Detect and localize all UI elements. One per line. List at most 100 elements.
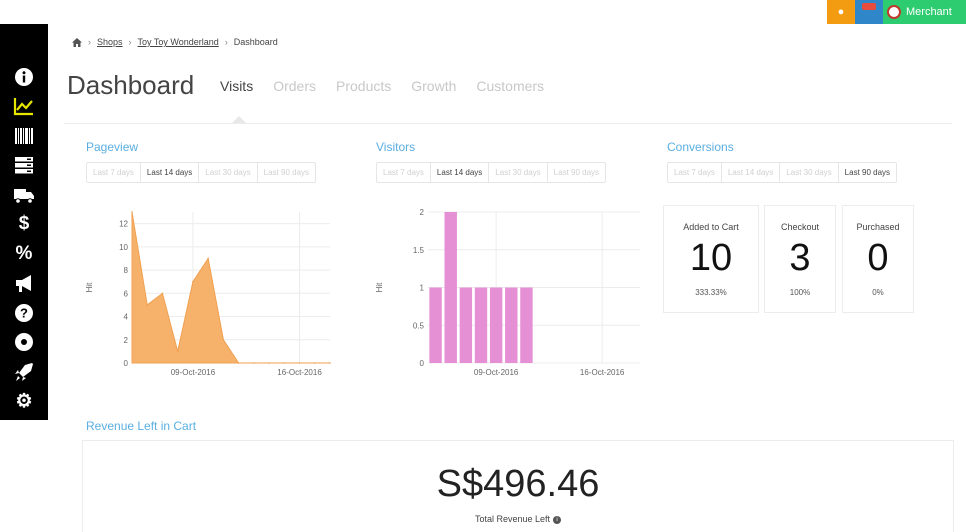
tab-products[interactable]: Products <box>336 78 391 94</box>
question-icon: ? <box>15 303 33 322</box>
data-point <box>146 304 149 306</box>
gear-icon: ⚙ <box>15 390 33 412</box>
pageview-range-14[interactable]: Last 14 days <box>141 163 200 182</box>
dashboard-tabs: Visits Orders Products Growth Customers <box>220 78 544 94</box>
visitors-range-selector: Last 7 days Last 14 days Last 30 days La… <box>376 162 607 183</box>
data-point <box>131 211 133 213</box>
y-tick-label: 10 <box>119 243 128 252</box>
conversions-title: Conversions <box>667 140 734 154</box>
breadcrumb-separator: › <box>128 37 132 47</box>
server-icon <box>15 157 33 174</box>
y-tick-label: 0.5 <box>413 321 425 330</box>
avatar <box>887 5 901 19</box>
data-point <box>161 292 164 295</box>
data-point <box>253 362 255 364</box>
visitor-bar <box>489 287 503 363</box>
sidebar-item-help[interactable]: ? <box>0 298 48 328</box>
sidebar-item-payments[interactable]: $ <box>0 210 48 240</box>
kpi-purchased: Purchased 0 0% <box>842 205 914 313</box>
visitors-range-90[interactable]: Last 90 days <box>548 163 605 182</box>
visitor-bar <box>505 287 518 363</box>
sidebar-item-inventory[interactable] <box>0 151 48 181</box>
x-tick-label: 16-Oct-2016 <box>277 368 322 377</box>
info-icon <box>15 67 33 86</box>
x-tick-label: 09-Oct-2016 <box>171 368 216 377</box>
revenue-value: S$496.46 <box>436 463 600 505</box>
kpi-added-to-cart: Added to Cart 10 333.33% <box>663 205 759 313</box>
sidebar-item-settings[interactable]: ⚙ <box>0 387 48 417</box>
messages-button[interactable] <box>855 0 883 24</box>
page-title: Dashboard <box>67 70 195 100</box>
sidebar-item-marketing[interactable] <box>0 269 48 299</box>
y-tick-label: 6 <box>124 289 129 298</box>
merchant-label: Merchant <box>906 6 952 18</box>
x-tick-label: 16-Oct-2016 <box>580 368 625 377</box>
breadcrumb: › Shops › Toy Toy Wonderland › Dashboard <box>72 37 278 47</box>
alert-icon: ● <box>837 6 845 18</box>
kpi-label: Purchased <box>856 222 900 232</box>
visitor-bar <box>429 287 442 363</box>
conversions-range-90[interactable]: Last 90 days <box>839 163 896 182</box>
visitors-range-30[interactable]: Last 30 days <box>489 163 548 182</box>
revenue-section-title: Revenue Left in Cart <box>86 419 197 433</box>
sidebar-item-analytics[interactable] <box>0 92 48 122</box>
sidebar: $ % ? ⚙ <box>0 24 48 420</box>
visitors-range-14[interactable]: Last 14 days <box>431 163 490 182</box>
breadcrumb-link-shops[interactable]: Shops <box>97 37 123 47</box>
data-point <box>313 362 316 364</box>
tab-orders[interactable]: Orders <box>273 78 316 94</box>
data-point <box>207 257 209 260</box>
breadcrumb-link-shop[interactable]: Toy Toy Wonderland <box>138 37 219 47</box>
merchant-menu-button[interactable]: Merchant <box>883 0 966 24</box>
x-tick-label: 09-Oct-2016 <box>474 368 519 377</box>
pageview-chart: 0 2 4 6 8 10 12 09-Oct-2016 16-Oct-2016 Hit <box>85 211 331 377</box>
tab-customers[interactable]: Customers <box>476 78 544 94</box>
message-badge-icon <box>862 3 876 10</box>
visitor-bar <box>520 287 533 363</box>
dollar-icon: $ <box>18 213 30 235</box>
breadcrumb-separator: › <box>88 37 91 47</box>
revenue-label-row: Total Revenue Left i <box>83 514 953 524</box>
sidebar-item-shipping[interactable] <box>0 180 48 210</box>
y-tick-label: 0 <box>420 359 425 368</box>
y-axis-label: Hit <box>375 282 384 293</box>
visitor-bar <box>459 287 473 363</box>
sidebar-item-products[interactable] <box>0 121 48 151</box>
header-divider <box>64 123 952 124</box>
kpi-checkout: Checkout 3 100% <box>764 205 836 313</box>
pageview-range-30[interactable]: Last 30 days <box>199 163 258 182</box>
tab-growth[interactable]: Growth <box>411 78 456 94</box>
breadcrumb-separator: › <box>224 37 228 47</box>
y-tick-label: 8 <box>124 266 129 275</box>
megaphone-icon <box>16 275 31 293</box>
sidebar-item-launch[interactable] <box>0 357 48 387</box>
app-window: ● Merchant $ % ? ⚙ › Shops › Toy Toy Won… <box>0 0 966 532</box>
conversions-range-7[interactable]: Last 7 days <box>668 163 722 182</box>
top-toolbar: ● Merchant <box>827 0 966 24</box>
y-tick-label: 0 <box>124 359 129 368</box>
conversions-range-14[interactable]: Last 14 days <box>722 163 781 182</box>
tab-visits[interactable]: Visits <box>220 78 253 94</box>
sidebar-item-media[interactable] <box>0 328 48 358</box>
line-chart-icon <box>13 98 33 116</box>
notifications-button[interactable]: ● <box>827 0 855 24</box>
pageview-range-90[interactable]: Last 90 days <box>258 163 315 182</box>
data-point <box>268 362 270 364</box>
info-icon[interactable]: i <box>553 515 562 524</box>
y-tick-label: 1 <box>420 284 425 293</box>
visitors-range-7[interactable]: Last 7 days <box>377 163 431 182</box>
visitors-title: Visitors <box>376 140 416 154</box>
y-axis-label: Hit <box>85 282 94 293</box>
data-point <box>192 280 194 283</box>
pageview-range-7[interactable]: Last 7 days <box>87 163 141 182</box>
data-point <box>237 362 240 364</box>
data-point <box>283 362 286 364</box>
sidebar-item-discounts[interactable]: % <box>0 239 48 269</box>
data-point <box>329 362 331 364</box>
conversions-range-30[interactable]: Last 30 days <box>780 163 839 182</box>
sidebar-item-info[interactable] <box>0 62 48 92</box>
kpi-percent: 0% <box>872 288 884 297</box>
home-icon[interactable] <box>72 37 82 47</box>
disc-icon <box>15 333 33 352</box>
visitors-chart: 0 0.5 1 1.5 2 09-Oct-2016 16-Oct-2016 Hit <box>375 208 640 377</box>
